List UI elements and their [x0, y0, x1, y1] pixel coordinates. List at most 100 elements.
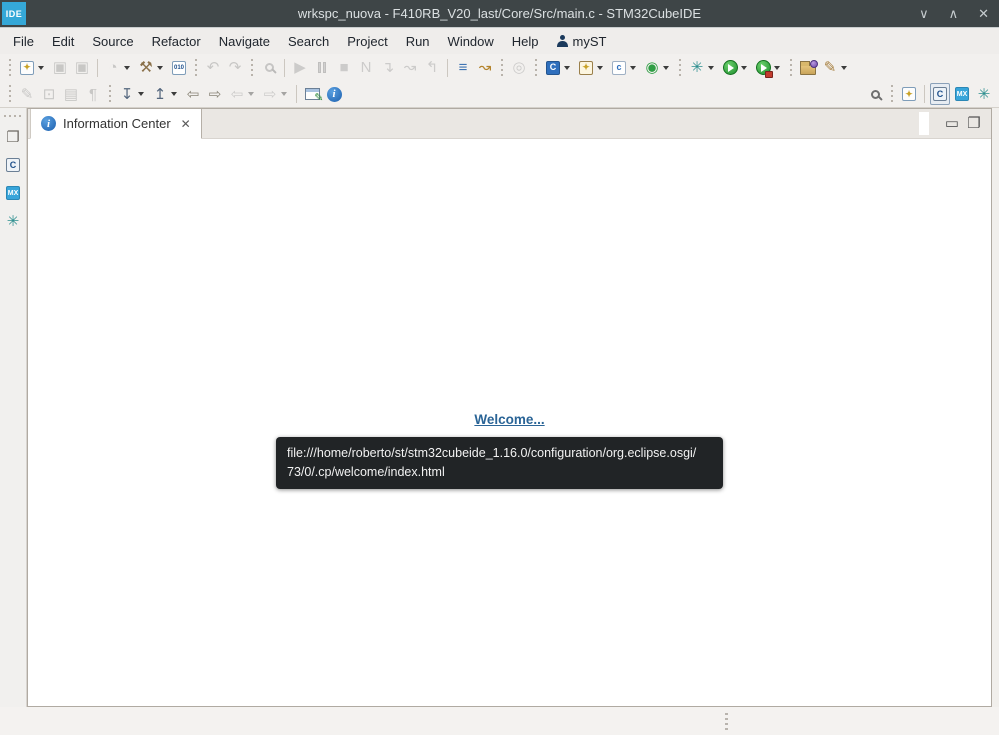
new-wizard-icon[interactable]: ✦ — [17, 57, 37, 79]
toolbar-grip[interactable] — [194, 59, 198, 77]
sidebar-debug-perspective-icon[interactable]: ✳ — [3, 210, 23, 232]
run-icon[interactable] — [720, 57, 740, 79]
sidebar-grip[interactable] — [4, 114, 22, 118]
back-history-icon[interactable]: ⇦ — [183, 83, 203, 105]
menu-edit[interactable]: Edit — [43, 31, 83, 52]
open-editor-icon[interactable]: ✎ — [302, 83, 322, 105]
open-element-icon[interactable] — [259, 57, 279, 79]
perspective-debug-icon[interactable]: ✳ — [974, 83, 994, 105]
gauge-dropdown[interactable] — [124, 66, 130, 70]
toolbar-separator — [447, 59, 448, 77]
sidebar-mx-perspective-icon[interactable]: MX — [3, 182, 23, 204]
menu-refactor[interactable]: Refactor — [143, 31, 210, 52]
toolbar-grip[interactable] — [500, 59, 504, 77]
toolbar-grip[interactable] — [678, 59, 682, 77]
main-area: ❐CMX✳ i Information Center ✕ ▭❐ Welcome.… — [0, 108, 999, 707]
open-perspective-icon[interactable]: ✦ — [899, 83, 919, 105]
forward-icon[interactable]: ⇨ — [260, 83, 280, 105]
information-center-button[interactable]: i — [324, 83, 344, 105]
menu-source[interactable]: Source — [83, 31, 142, 52]
new-wizard-dropdown[interactable] — [38, 66, 44, 70]
step-into-icon[interactable]: ↴ — [378, 57, 398, 79]
step-over-icon[interactable]: ↝ — [400, 57, 420, 79]
binary-file-icon[interactable]: 010 — [169, 57, 189, 79]
resume-icon[interactable]: ▶ — [290, 57, 310, 79]
toolbar-grip[interactable] — [8, 85, 12, 103]
show-source-icon[interactable]: ≡ — [453, 57, 473, 79]
debug-icon[interactable]: ✳ — [687, 57, 707, 79]
go-to-top-dropdown[interactable] — [171, 92, 177, 96]
perspective-mx-icon[interactable]: MX — [952, 83, 972, 105]
new-stm32-project-icon[interactable]: ◉ — [642, 57, 662, 79]
menu-refactor-label: Refactor — [152, 34, 201, 49]
save-icon[interactable]: ▣ — [50, 57, 70, 79]
instruction-stepping-icon[interactable]: ↝ — [475, 57, 495, 79]
menu-myst[interactable]: myST — [548, 31, 616, 52]
new-c-source-icon[interactable]: c — [609, 57, 629, 79]
new-c-source-dropdown[interactable] — [630, 66, 636, 70]
toolbar-grip[interactable] — [250, 59, 254, 77]
toolbar-grip[interactable] — [8, 59, 12, 77]
link-with-editor-icon[interactable]: ⊡ — [39, 83, 59, 105]
step-return-icon[interactable]: ↰ — [422, 57, 442, 79]
suspend-icon[interactable] — [312, 57, 332, 79]
run-dropdown[interactable] — [741, 66, 747, 70]
menu-help[interactable]: Help — [503, 31, 548, 52]
back-icon[interactable]: ⇦ — [227, 83, 247, 105]
disconnect-icon[interactable]: N — [356, 57, 376, 79]
sidebar-cpp-perspective-icon[interactable]: C — [3, 154, 23, 176]
toolbar-grip[interactable] — [108, 85, 112, 103]
menu-file[interactable]: File — [4, 31, 43, 52]
menu-window[interactable]: Window — [439, 31, 503, 52]
build-hammer-icon[interactable]: ⚒ — [136, 57, 156, 79]
toolbar-grip[interactable] — [534, 59, 538, 77]
build-dropdown[interactable] — [157, 66, 163, 70]
toolbar-row-2: ✎⊡▤¶↧↥⇦⇨⇦⇨✎i ✦CMX✳ — [0, 81, 999, 108]
external-tools-dropdown[interactable] — [774, 66, 780, 70]
device-configuration-dropdown[interactable] — [841, 66, 847, 70]
undo-icon[interactable]: ↶ — [203, 57, 223, 79]
lightbulb-icon[interactable]: ◎ — [509, 57, 529, 79]
close-window-icon[interactable]: ✕ — [978, 6, 989, 22]
go-to-top-icon[interactable]: ↥ — [150, 83, 170, 105]
external-tools-icon[interactable] — [753, 57, 773, 79]
menu-run[interactable]: Run — [397, 31, 439, 52]
perspective-cpp-icon[interactable]: C — [930, 83, 950, 105]
menu-search-label: Search — [288, 34, 329, 49]
device-configuration-icon[interactable]: ✎ — [820, 57, 840, 79]
forward-dropdown[interactable] — [281, 92, 287, 96]
show-whitespace-icon[interactable]: ¶ — [83, 83, 103, 105]
redo-icon[interactable]: ↷ — [225, 57, 245, 79]
new-project-icon[interactable]: ✦ — [576, 57, 596, 79]
last-edit-location-icon[interactable]: ↧ — [117, 83, 137, 105]
import-project-icon[interactable] — [798, 57, 818, 79]
save-all-icon[interactable]: ▣ — [72, 57, 92, 79]
back-dropdown[interactable] — [248, 92, 254, 96]
toolbar-grip[interactable] — [890, 85, 894, 103]
mark-occurrences-icon[interactable]: ✎ — [17, 83, 37, 105]
welcome-link[interactable]: Welcome... — [474, 412, 544, 427]
maximize-window-icon[interactable]: ∧ — [949, 6, 959, 22]
new-c-file-dropdown[interactable] — [564, 66, 570, 70]
tab-close-icon[interactable]: ✕ — [181, 117, 191, 131]
gauge-icon[interactable]: ◔ — [103, 57, 123, 79]
new-project-dropdown[interactable] — [597, 66, 603, 70]
forward-history-icon[interactable]: ⇨ — [205, 83, 225, 105]
restore-views-icon[interactable]: ❐ — [3, 126, 23, 148]
minimize-window-icon[interactable]: ∨ — [919, 6, 929, 22]
minimize-view-icon[interactable]: ▭ — [942, 113, 962, 135]
menu-project[interactable]: Project — [338, 31, 396, 52]
maximize-view-icon[interactable]: ❐ — [964, 113, 984, 135]
new-stm32-project-dropdown[interactable] — [663, 66, 669, 70]
new-c-file-icon[interactable]: C — [543, 57, 563, 79]
last-edit-location-dropdown[interactable] — [138, 92, 144, 96]
terminate-icon[interactable]: ■ — [334, 57, 354, 79]
tab-information-center[interactable]: i Information Center ✕ — [30, 109, 202, 139]
menu-navigate[interactable]: Navigate — [210, 31, 279, 52]
toolbar-grip[interactable] — [789, 59, 793, 77]
search-icon[interactable] — [865, 83, 885, 105]
status-grip[interactable] — [724, 713, 728, 731]
debug-dropdown[interactable] — [708, 66, 714, 70]
show-selected-element-icon[interactable]: ▤ — [61, 83, 81, 105]
menu-search[interactable]: Search — [279, 31, 338, 52]
